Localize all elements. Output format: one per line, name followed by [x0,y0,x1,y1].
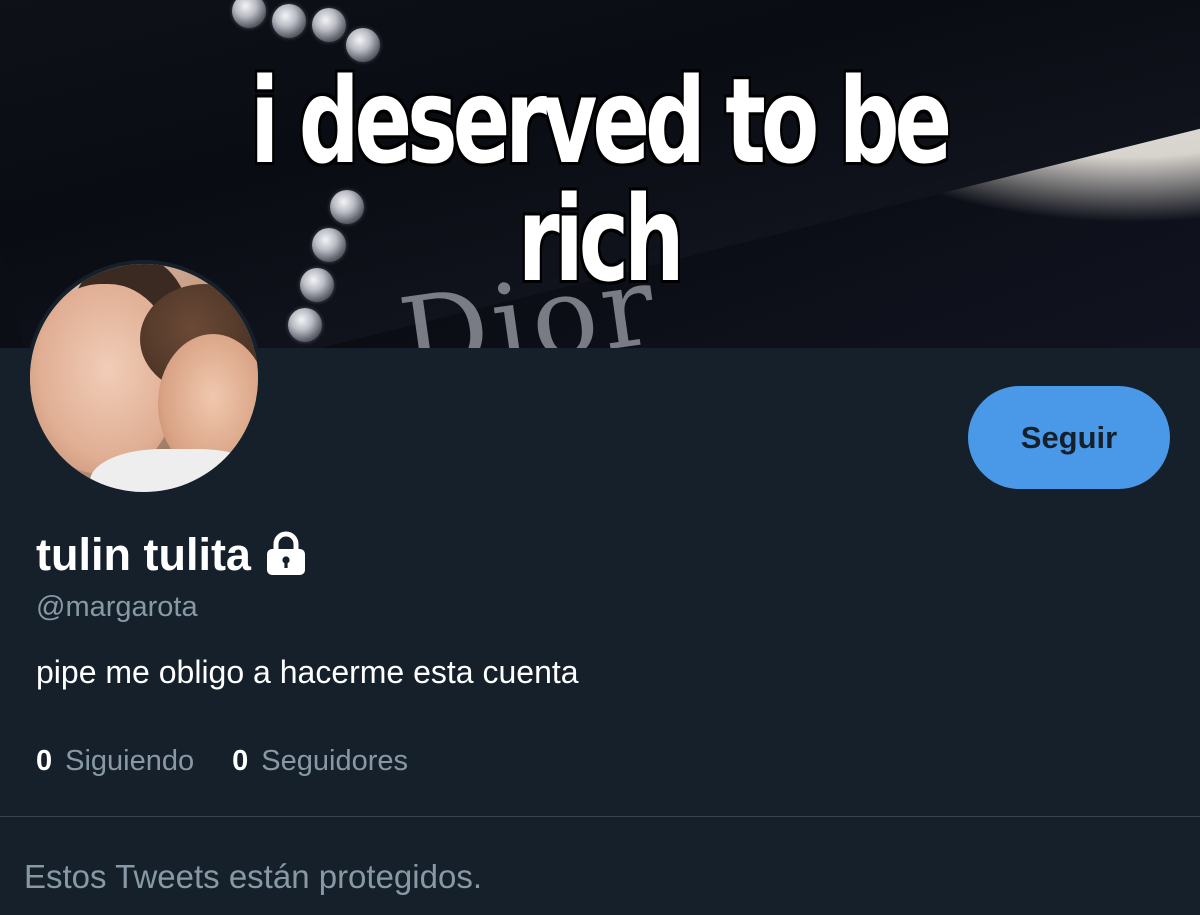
followers-label: Seguidores [261,745,408,777]
banner-chain-bead [312,8,346,42]
avatar-shirt [90,449,258,492]
protected-tweets-message: Estos Tweets están protegidos. [24,858,482,895]
display-name-row: tulin tulita [36,528,309,580]
display-name: tulin tulita [36,528,251,580]
profile-bio: pipe me obligo a hacerme esta cuenta [36,654,579,690]
banner-chain-bead [288,308,322,342]
followers-stat[interactable]: 0 Seguidores [232,745,408,778]
profile-page: Dior i deserved to be rich Seguir tulin … [0,0,1200,915]
profile-handle: @margarota [36,591,198,623]
lock-icon [263,531,309,577]
following-stat[interactable]: 0 Siguiendo [36,745,194,778]
banner-caption: i deserved to be rich [250,52,952,308]
follow-button[interactable]: Seguir [968,386,1170,489]
avatar[interactable] [26,260,262,496]
banner-chain-bead [272,4,306,38]
divider [0,816,1200,817]
following-label: Siguiendo [65,745,195,777]
profile-stats: 0 Siguiendo 0 Seguidores [36,745,446,778]
following-count: 0 [36,745,53,777]
followers-count: 0 [232,745,249,777]
